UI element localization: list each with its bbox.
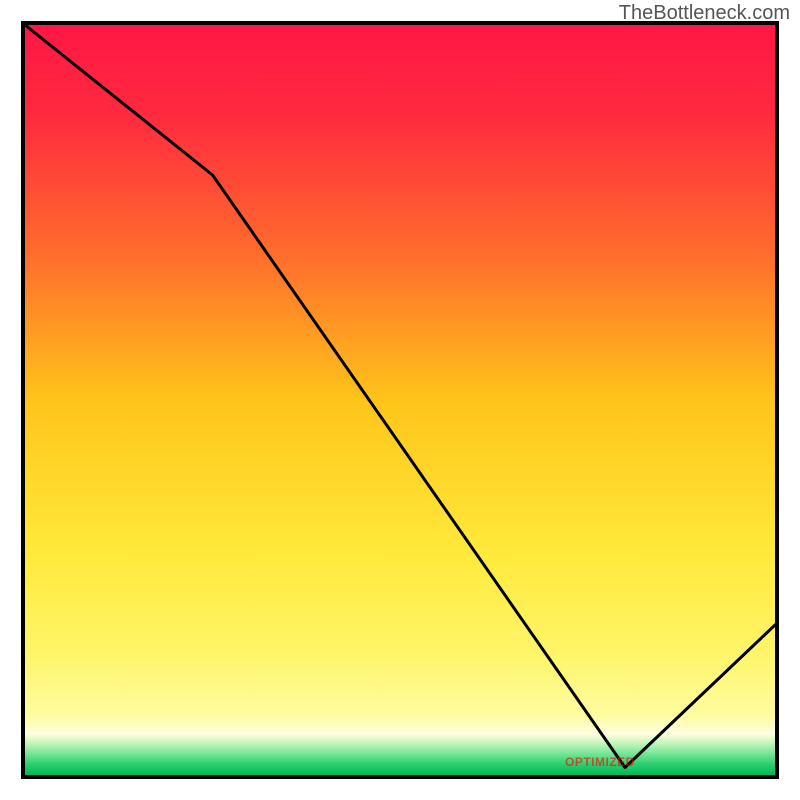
chart-frame: OPTIMIZED — [21, 21, 779, 779]
chart-curve — [25, 25, 775, 775]
chart-plot-area: OPTIMIZED — [25, 25, 775, 775]
watermark-site: TheBottleneck.com — [619, 2, 790, 25]
watermark-optimal: OPTIMIZED — [565, 755, 635, 769]
